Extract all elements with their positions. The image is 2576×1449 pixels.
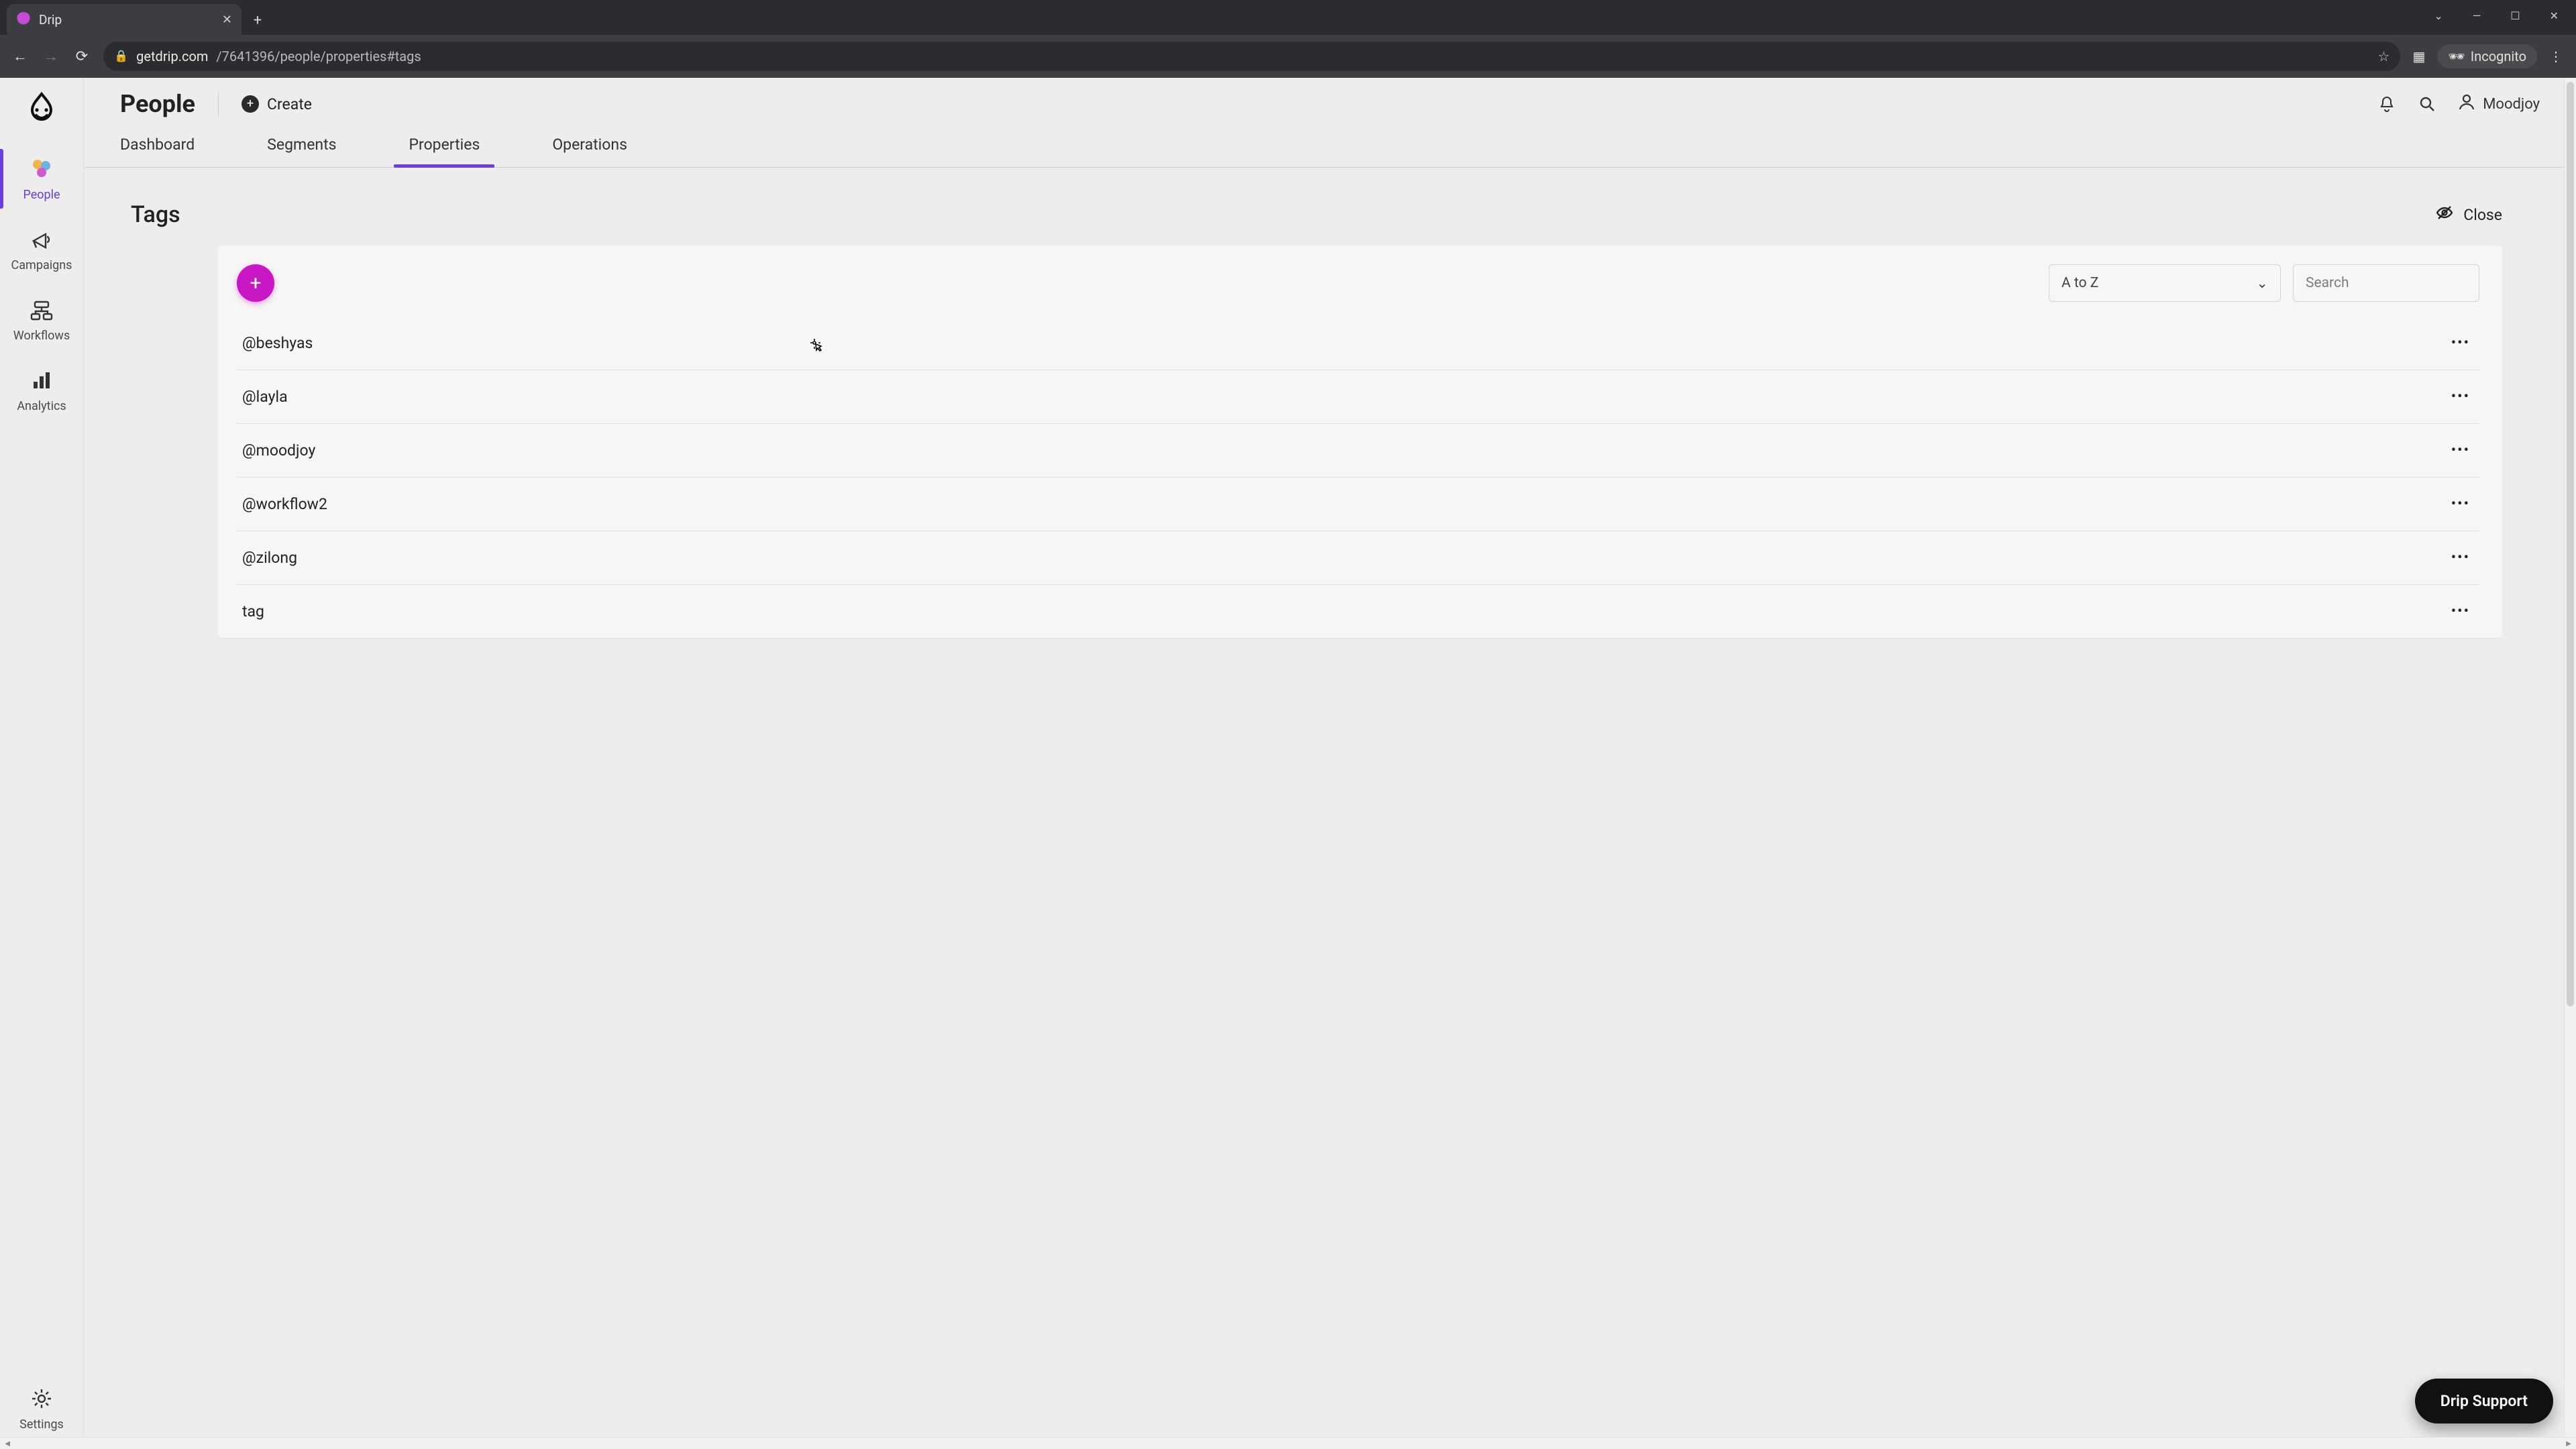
extensions-icon[interactable]: ▦ — [2412, 48, 2425, 64]
row-menu-icon[interactable]: ••• — [2451, 496, 2474, 513]
eye-off-icon — [2435, 203, 2454, 226]
tag-list: @beshyas ••• @layla ••• @moodjoy ••• @wo… — [237, 317, 2479, 638]
row-menu-icon[interactable]: ••• — [2451, 549, 2474, 566]
tag-row[interactable]: tag ••• — [237, 585, 2479, 638]
window-minimize-icon[interactable]: — — [2473, 9, 2481, 22]
nav-item-label: Settings — [19, 1417, 64, 1432]
search-icon[interactable] — [2417, 94, 2437, 114]
top-bar-right: Moodjoy — [2377, 93, 2540, 115]
tab-dashboard[interactable]: Dashboard — [120, 136, 195, 167]
tag-row[interactable]: @layla ••• — [237, 370, 2479, 424]
tag-row[interactable]: @beshyas ••• — [237, 317, 2479, 370]
incognito-icon: 🕶 — [2448, 48, 2465, 64]
tag-row[interactable]: @zilong ••• — [237, 531, 2479, 585]
drip-favicon — [16, 12, 31, 27]
horizontal-scrollbar[interactable]: ◄ ► — [0, 1437, 2576, 1449]
nav-item-analytics[interactable]: Analytics — [0, 355, 83, 425]
drip-logo[interactable] — [24, 90, 59, 125]
browser-menu-icon[interactable]: ⋮ — [2549, 48, 2563, 64]
url-input[interactable]: 🔒 getdrip.com /7641396/people/properties… — [103, 42, 2400, 71]
support-button[interactable]: Drip Support — [2415, 1379, 2553, 1424]
browser-tab-strip: Drip ✕ + ⌄ — ☐ ✕ — [0, 0, 2576, 35]
tabs-dropdown-icon[interactable]: ⌄ — [2434, 9, 2443, 22]
create-label: Create — [267, 95, 312, 113]
incognito-label: Incognito — [2471, 48, 2526, 64]
gear-icon — [28, 1385, 55, 1412]
tag-name: tag — [242, 602, 264, 621]
tab-segments[interactable]: Segments — [267, 136, 336, 167]
incognito-badge[interactable]: 🕶 Incognito — [2437, 44, 2537, 68]
vertical-scrollbar[interactable] — [2564, 78, 2576, 1437]
panel-toolbar: + A to Z ⌄ — [237, 264, 2479, 302]
top-bar: People + Create Moodjoy — [84, 78, 2576, 118]
scroll-right-arrow-icon[interactable]: ► — [2561, 1438, 2576, 1449]
left-nav: People Campaigns Workflows Analytics — [0, 78, 84, 1449]
row-menu-icon[interactable]: ••• — [2451, 335, 2474, 352]
nav-item-label: Analytics — [17, 399, 66, 413]
sort-select-value: A to Z — [2061, 275, 2098, 291]
scroll-left-arrow-icon[interactable]: ◄ — [0, 1438, 15, 1449]
browser-address-bar: ← → ⟳ 🔒 getdrip.com /7641396/people/prop… — [0, 35, 2576, 78]
nav-item-campaigns[interactable]: Campaigns — [0, 214, 83, 284]
sort-select[interactable]: A to Z ⌄ — [2049, 264, 2281, 302]
user-name: Moodjoy — [2483, 96, 2540, 113]
url-path: /7641396/people/properties#tags — [216, 48, 421, 64]
close-button[interactable]: Close — [2435, 203, 2502, 226]
nav-forward-icon[interactable]: → — [42, 48, 60, 65]
plus-circle-icon: + — [241, 95, 259, 113]
nav-item-label: Campaigns — [11, 258, 72, 272]
support-label: Drip Support — [2440, 1392, 2528, 1410]
tag-name: @layla — [242, 388, 288, 406]
window-close-icon[interactable]: ✕ — [2550, 9, 2559, 22]
tag-name: @beshyas — [242, 334, 313, 352]
row-menu-icon[interactable]: ••• — [2451, 442, 2474, 459]
url-domain: getdrip.com — [136, 48, 208, 64]
create-button[interactable]: + Create — [241, 95, 312, 113]
user-menu[interactable]: Moodjoy — [2457, 93, 2540, 115]
people-icon — [28, 156, 55, 182]
browser-chrome: Drip ✕ + ⌄ — ☐ ✕ ← → ⟳ 🔒 getdrip.com /76… — [0, 0, 2576, 78]
tags-panel: + A to Z ⌄ @beshyas ••• @layla ••• — [218, 246, 2502, 638]
app-viewport: People Campaigns Workflows Analytics — [0, 78, 2576, 1449]
section-title: Tags — [131, 201, 180, 228]
megaphone-icon — [28, 226, 55, 253]
add-tag-button[interactable]: + — [237, 264, 274, 302]
tag-name: @moodjoy — [242, 441, 315, 460]
nav-reload-icon[interactable]: ⟳ — [72, 48, 91, 65]
page-title: People — [120, 90, 195, 118]
nav-item-label: Workflows — [13, 329, 70, 343]
bookmark-star-icon[interactable]: ☆ — [2378, 48, 2390, 64]
tag-name: @zilong — [242, 549, 297, 567]
nav-item-workflows[interactable]: Workflows — [0, 284, 83, 355]
section-header: Tags Close — [84, 168, 2576, 246]
row-menu-icon[interactable]: ••• — [2451, 603, 2474, 620]
browser-tab-title: Drip — [39, 12, 214, 28]
tag-row[interactable]: @moodjoy ••• — [237, 424, 2479, 478]
chevron-down-icon: ⌄ — [2256, 275, 2268, 292]
nav-item-label: People — [23, 188, 60, 202]
nav-back-icon[interactable]: ← — [11, 48, 30, 65]
divider — [218, 92, 219, 116]
tab-operations[interactable]: Operations — [552, 136, 627, 167]
lock-icon: 🔒 — [114, 50, 128, 63]
window-controls: ⌄ — ☐ ✕ — [2416, 0, 2576, 22]
workflow-icon — [28, 297, 55, 323]
window-maximize-icon[interactable]: ☐ — [2510, 9, 2520, 22]
main-column: People + Create Moodjoy — [84, 78, 2576, 1449]
user-icon — [2457, 93, 2476, 115]
tag-name: @workflow2 — [242, 495, 327, 513]
new-tab-button[interactable]: + — [247, 9, 268, 31]
tag-row[interactable]: @workflow2 ••• — [237, 478, 2479, 531]
tab-properties[interactable]: Properties — [409, 136, 480, 167]
sub-tabs: Dashboard Segments Properties Operations — [84, 118, 2576, 168]
tab-close-icon[interactable]: ✕ — [222, 13, 232, 27]
nav-item-people[interactable]: People — [0, 144, 83, 214]
browser-tab-active[interactable]: Drip ✕ — [7, 4, 241, 35]
tag-search-input[interactable] — [2293, 264, 2479, 302]
bell-icon[interactable] — [2377, 94, 2397, 114]
analytics-icon — [28, 367, 55, 394]
row-menu-icon[interactable]: ••• — [2451, 388, 2474, 405]
close-label: Close — [2463, 206, 2502, 224]
